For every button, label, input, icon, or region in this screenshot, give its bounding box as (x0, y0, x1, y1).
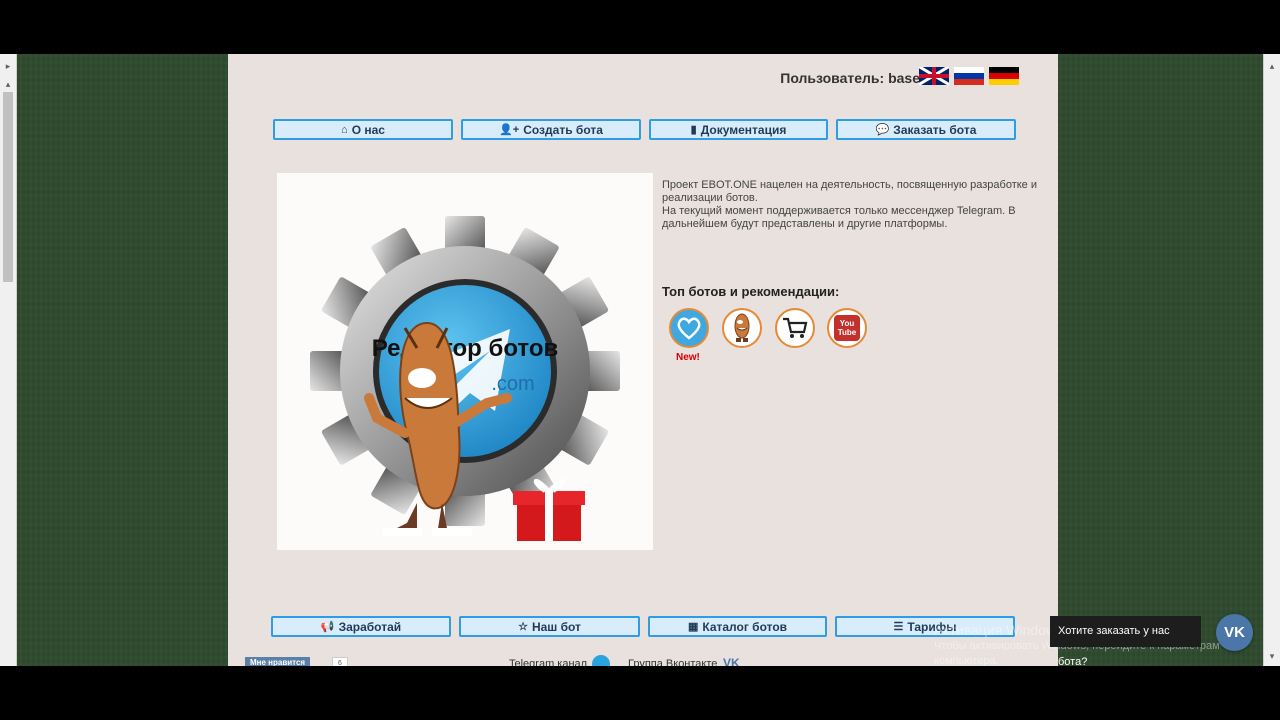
star-icon: ☆ (518, 621, 528, 633)
chat-icon: 💬 (875, 124, 890, 136)
like-count: 6 (332, 657, 348, 666)
documentation-button-label: Документация (700, 122, 787, 137)
windows-activation-text-2: компьютера. (934, 655, 999, 666)
windows-activation-title: Активация Windows (934, 622, 1064, 638)
browser-viewport: ▸ ▴ Пользователь: base ⌂ О нас 👤+ Создат… (0, 54, 1280, 666)
main-page: Пользователь: base ⌂ О нас 👤+ Создать бо… (228, 54, 1058, 666)
scroll-down-arrow-icon[interactable]: ▾ (1264, 648, 1280, 664)
scroll-up-arrow-icon[interactable]: ▴ (0, 76, 16, 92)
user-plus-icon: 👤+ (499, 124, 520, 136)
top-bots-title: Топ ботов и рекомендации: (662, 284, 840, 299)
new-badge: New! (676, 352, 700, 363)
russia-flag-icon[interactable] (954, 67, 984, 85)
vk-group-link[interactable]: Группа Вконтакте (628, 658, 717, 666)
sliders-icon: ☰ (893, 621, 904, 633)
about-button-label: О нас (351, 122, 385, 137)
create-bot-button[interactable]: 👤+ Создать бота (461, 119, 641, 140)
uk-flag-icon[interactable] (919, 67, 949, 85)
germany-flag-icon[interactable] (989, 67, 1019, 85)
intro-line-1: Проект EBOT.ONE нацелен на деятельность,… (662, 179, 1037, 204)
mascot-icon[interactable] (722, 308, 762, 348)
documentation-button[interactable]: ▮ Документация (649, 119, 828, 140)
hero-domain-text: .com (491, 373, 534, 395)
right-scrollbar[interactable]: ▴ ▾ (1263, 54, 1280, 666)
youtube-icon[interactable]: You Tube (827, 308, 867, 348)
left-scrollbar[interactable]: ▸ ▴ (0, 54, 17, 666)
megaphone-icon: 📢 (320, 621, 335, 633)
language-flags (919, 67, 1019, 85)
vk-icon[interactable]: VK (723, 656, 740, 666)
vk-like-button[interactable]: Мне нравится (245, 657, 311, 666)
intro-line-2: На текущий момент поддерживается только … (662, 205, 1016, 230)
order-bot-button[interactable]: 💬 Заказать бота (836, 119, 1016, 140)
user-label: Пользователь: base (780, 70, 920, 86)
vk-chat-widget-icon[interactable]: VK (1216, 614, 1253, 651)
create-bot-button-label: Создать бота (523, 122, 603, 137)
telegram-channel-link[interactable]: Telegram канал (509, 658, 587, 666)
shopping-cart-icon[interactable] (775, 308, 815, 348)
home-icon: ⌂ (341, 123, 348, 136)
grid-icon: ▦ (687, 621, 699, 633)
bot-catalog-button[interactable]: ▦ Каталог ботов (648, 616, 827, 637)
hero-image: Редактор ботов .com (277, 173, 653, 550)
order-bot-tooltip[interactable]: Хотите заказать у нас бота? (1050, 616, 1201, 668)
scroll-right-arrow-icon[interactable]: ▸ (0, 58, 16, 74)
scroll-thumb[interactable] (3, 92, 13, 282)
order-bot-button-label: Заказать бота (893, 122, 977, 137)
about-button[interactable]: ⌂ О нас (273, 119, 453, 140)
telegram-icon[interactable] (592, 655, 610, 666)
our-bot-button-label: Наш бот (531, 619, 581, 634)
scroll-up-arrow-icon[interactable]: ▴ (1264, 58, 1280, 74)
heart-message-icon[interactable] (669, 308, 709, 348)
book-icon: ▮ (690, 124, 697, 136)
earn-button-label: Заработай (338, 619, 402, 634)
youtube-logo-text: You Tube (834, 315, 860, 341)
intro-text: Проект EBOT.ONE нацелен на деятельность,… (662, 179, 1042, 231)
bot-catalog-button-label: Каталог ботов (702, 619, 788, 634)
earn-button[interactable]: 📢 Заработай (271, 616, 451, 637)
bot-editor-illustration: Редактор ботов .com (310, 216, 620, 541)
our-bot-button[interactable]: ☆ Наш бот (459, 616, 640, 637)
hero-title: Редактор ботов (372, 335, 559, 362)
